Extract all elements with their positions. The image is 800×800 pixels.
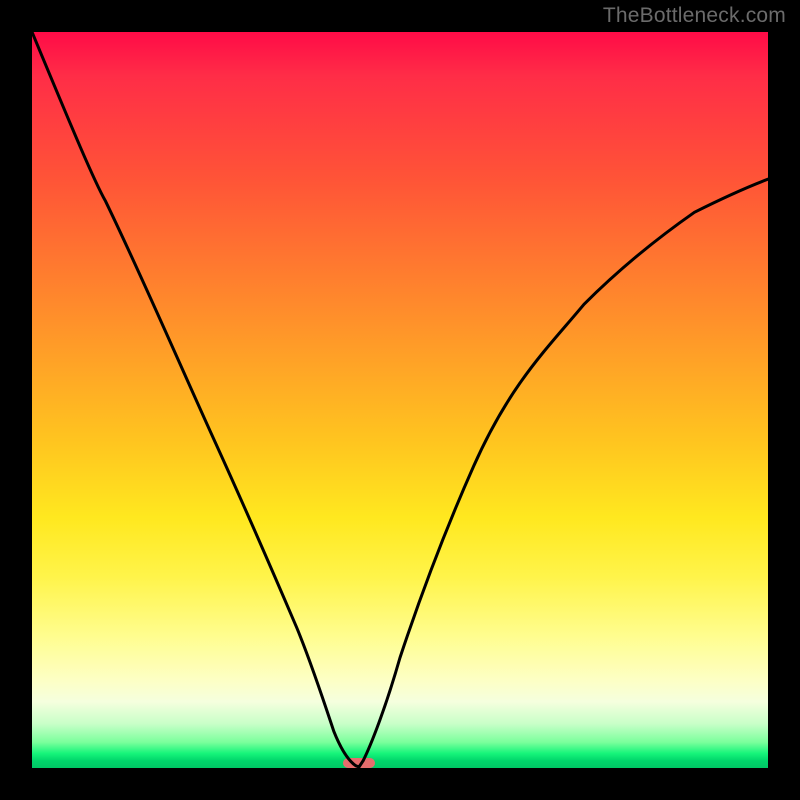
bottleneck-curve bbox=[32, 32, 768, 767]
watermark-label: TheBottleneck.com bbox=[603, 4, 786, 28]
plot-area bbox=[32, 32, 768, 768]
chart-frame: TheBottleneck.com bbox=[0, 0, 800, 800]
curve-layer bbox=[32, 32, 768, 768]
